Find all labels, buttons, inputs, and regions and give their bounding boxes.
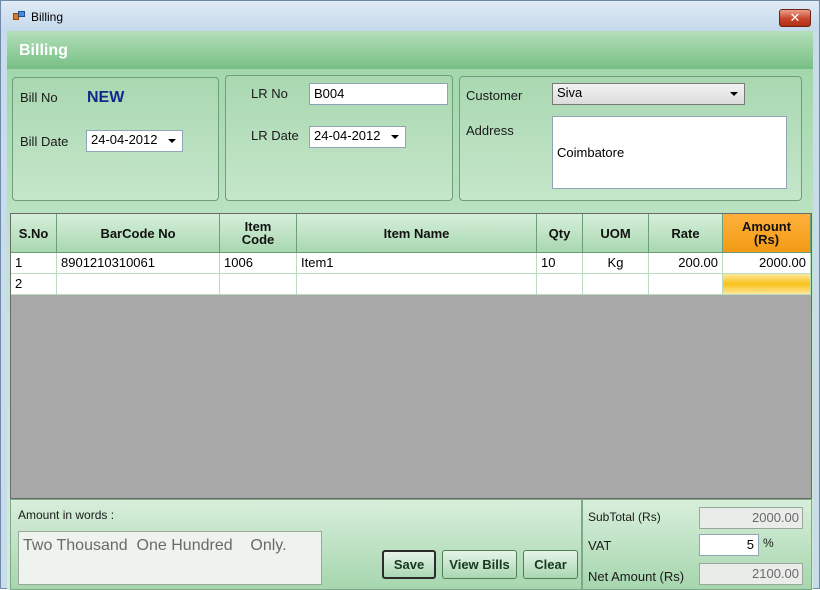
bill-date-label: Bill Date — [20, 134, 69, 149]
lr-date-label: LR Date — [251, 128, 299, 143]
billing-window: Billing ✕ Billing Bill No NEW Bill Date … — [0, 0, 820, 590]
col-header-qty[interactable]: Qty — [537, 214, 583, 253]
cell-amount[interactable]: 2000.00 — [723, 253, 811, 274]
bill-date-value: 24-04-2012 — [91, 132, 158, 147]
address-textarea[interactable]: Coimbatore — [552, 116, 787, 189]
bill-no-value: NEW — [87, 89, 125, 106]
vat-label: VAT — [588, 538, 612, 553]
customer-label: Customer — [466, 88, 523, 103]
window-title: Billing — [31, 10, 64, 24]
cell-sno[interactable]: 2 — [11, 274, 57, 295]
col-header-amount[interactable]: Amount (Rs) — [723, 214, 811, 253]
lr-date-picker[interactable]: 24-04-2012 — [309, 126, 406, 148]
grid-header: S.No BarCode No Item Code Item Name Qty … — [11, 214, 811, 253]
vat-unit: % — [763, 536, 774, 550]
app-icon — [13, 11, 25, 22]
cell-item-code[interactable] — [220, 274, 297, 295]
cell-barcode[interactable]: 8901210310061 — [57, 253, 220, 274]
cell-item-name[interactable] — [297, 274, 537, 295]
col-header-item-name[interactable]: Item Name — [297, 214, 537, 253]
bill-date-picker[interactable]: 24-04-2012 — [86, 130, 183, 152]
chevron-down-icon — [168, 139, 176, 143]
cell-rate[interactable] — [649, 274, 723, 295]
lr-no-label: LR No — [251, 86, 288, 101]
amount-words-label: Amount in words : — [18, 508, 115, 522]
cell-item-name[interactable]: Item1 — [297, 253, 537, 274]
cell-rate[interactable]: 200.00 — [649, 253, 723, 274]
page-title: Billing — [19, 42, 68, 59]
cell-uom[interactable] — [583, 274, 649, 295]
col-header-barcode[interactable]: BarCode No — [57, 214, 220, 253]
cell-barcode[interactable] — [57, 274, 220, 295]
cell-item-code[interactable]: 1006 — [220, 253, 297, 274]
title-bar[interactable]: Billing ✕ — [1, 1, 819, 31]
amount-words-panel: Amount in words : Two Thousand One Hundr… — [10, 499, 582, 590]
lr-no-input[interactable]: B004 — [309, 83, 448, 105]
net-amount-label: Net Amount (Rs) — [588, 569, 685, 584]
form-client-area: Billing Bill No NEW Bill Date 24-04-2012… — [7, 31, 813, 590]
lr-date-value: 24-04-2012 — [314, 128, 381, 143]
col-header-sno[interactable]: S.No — [11, 214, 57, 253]
subtotal-field: 2000.00 — [699, 507, 803, 529]
cell-amount[interactable] — [723, 274, 811, 295]
cell-uom[interactable]: Kg — [583, 253, 649, 274]
cell-sno[interactable]: 1 — [11, 253, 57, 274]
items-grid[interactable]: S.No BarCode No Item Code Item Name Qty … — [10, 213, 812, 499]
chevron-down-icon — [391, 135, 399, 139]
lr-group: LR No B004 LR Date 24-04-2012 — [225, 75, 453, 201]
col-header-item-code[interactable]: Item Code — [220, 214, 297, 253]
bill-no-label: Bill No — [20, 90, 58, 105]
cell-qty[interactable] — [537, 274, 583, 295]
cell-qty[interactable]: 10 — [537, 253, 583, 274]
table-row[interactable]: 1 8901210310061 1006 Item1 10 Kg 200.00 … — [11, 253, 811, 274]
amount-words-field: Two Thousand One Hundred Only. — [18, 531, 322, 585]
subtotal-label: SubTotal (Rs) — [588, 510, 661, 524]
bill-group: Bill No NEW Bill Date 24-04-2012 — [12, 77, 219, 201]
view-bills-button[interactable]: View Bills — [442, 550, 517, 579]
customer-group: Customer Siva Address Coimbatore — [459, 76, 802, 201]
chevron-down-icon — [730, 92, 738, 96]
close-button[interactable]: ✕ — [779, 9, 811, 27]
customer-select[interactable]: Siva — [552, 83, 745, 105]
net-amount-field: 2100.00 — [699, 563, 803, 585]
clear-button[interactable]: Clear — [523, 550, 578, 579]
address-label: Address — [466, 123, 514, 138]
table-row[interactable]: 2 — [11, 274, 811, 295]
save-button[interactable]: Save — [382, 550, 436, 579]
col-header-rate[interactable]: Rate — [649, 214, 723, 253]
customer-value: Siva — [557, 85, 583, 100]
header-band: Billing — [7, 31, 813, 69]
vat-input[interactable]: 5 — [699, 534, 759, 556]
col-header-uom[interactable]: UOM — [583, 214, 649, 253]
totals-panel: SubTotal (Rs) 2000.00 VAT 5 % Net Amount… — [582, 499, 812, 590]
